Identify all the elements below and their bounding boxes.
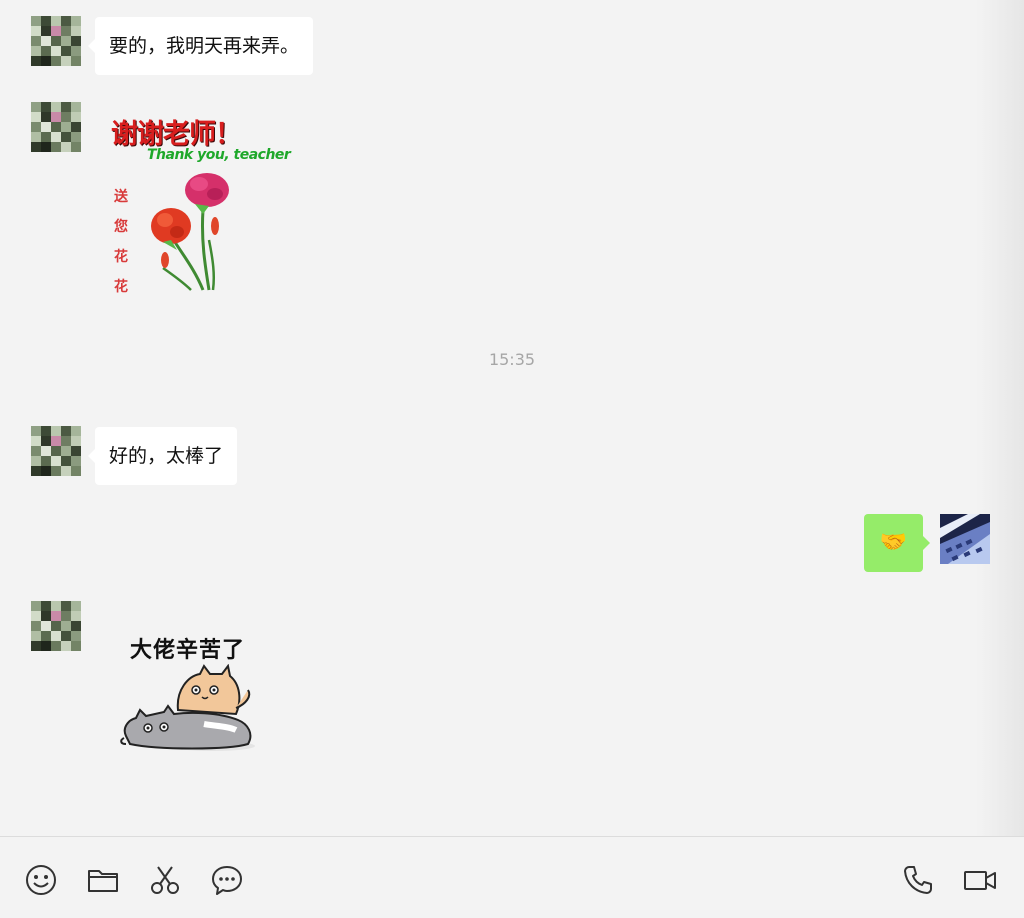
contact-avatar[interactable]	[31, 601, 81, 651]
sticker-side-text: 送 您 花 花	[109, 182, 133, 302]
sticker-title: 大佬辛苦了	[130, 638, 246, 663]
handshake-icon: 🤝	[879, 530, 908, 555]
side-char: 送	[114, 189, 128, 205]
scroll-shade	[976, 0, 1024, 836]
video-call-icon[interactable]	[963, 863, 997, 897]
user-avatar-image	[940, 514, 990, 564]
sticker-subtitle: Thank you, teacher	[147, 147, 291, 163]
message-text: 好的，太棒了	[109, 445, 224, 467]
side-char: 花	[114, 279, 128, 295]
emoji-icon[interactable]	[24, 863, 58, 897]
chat-toolbar	[0, 836, 1024, 918]
contact-avatar[interactable]	[31, 426, 81, 476]
message-bubble[interactable]: 好的，太棒了	[87, 427, 238, 485]
sticker-title: 谢谢老师！	[111, 119, 242, 150]
contact-avatar[interactable]	[31, 16, 81, 66]
outgoing-message-bubble[interactable]: 🤝	[864, 514, 930, 572]
my-avatar[interactable]	[940, 514, 990, 564]
phone-icon[interactable]	[901, 863, 935, 897]
message-bubble[interactable]: 要的，我明天再来弄。	[87, 17, 314, 75]
contact-avatar[interactable]	[31, 102, 81, 152]
side-char: 您	[114, 219, 128, 235]
chat-bubble-icon[interactable]	[210, 863, 244, 897]
cats-sticker[interactable]: 大佬辛苦了	[118, 630, 263, 760]
chat-area: 要的，我明天再来弄。 谢谢老师！ Thank you, teacher 送 您 …	[0, 0, 1024, 836]
timestamp: 15:35	[488, 350, 536, 369]
message-text: 要的，我明天再来弄。	[109, 35, 300, 57]
scissors-icon[interactable]	[148, 863, 182, 897]
side-char: 花	[114, 249, 128, 265]
carnation-flowers-illustration	[151, 173, 229, 291]
folder-icon[interactable]	[86, 863, 120, 897]
thank-teacher-sticker[interactable]: 谢谢老师！ Thank you, teacher 送 您 花 花	[105, 108, 291, 295]
cats-illustration	[120, 664, 255, 751]
